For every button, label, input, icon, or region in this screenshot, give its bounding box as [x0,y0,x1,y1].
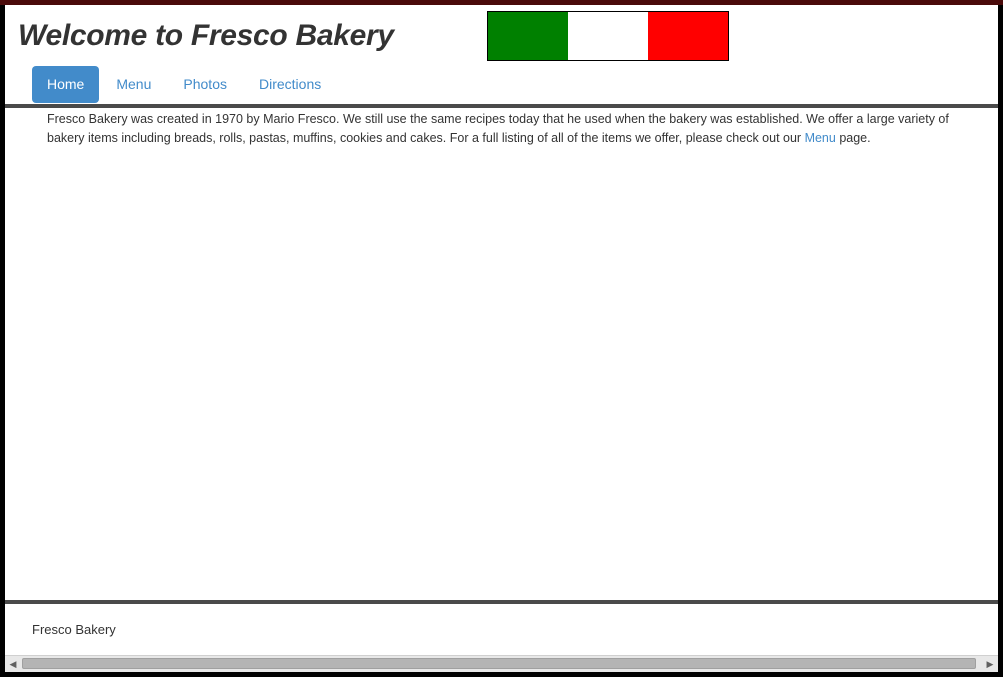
scrollbar-thumb[interactable] [22,658,976,669]
main-nav: Home Menu Photos Directions [32,66,336,103]
nav-home[interactable]: Home [32,66,100,103]
nav-menu[interactable]: Menu [101,66,166,103]
horizontal-scrollbar[interactable]: ◀ ▶ [5,655,998,672]
flag-stripe-green [488,12,568,60]
browser-frame: Welcome to Fresco Bakery Home Menu Photo… [0,0,1003,677]
header-divider [5,104,998,108]
intro-text-end: page. [835,131,871,145]
nav-photos[interactable]: Photos [168,66,242,103]
footer-text: Fresco Bakery [32,622,116,637]
page-viewport: Welcome to Fresco Bakery Home Menu Photo… [5,5,998,655]
nav-directions[interactable]: Directions [244,66,336,103]
scroll-right-arrow-icon[interactable]: ▶ [982,656,998,672]
menu-link[interactable]: Menu [805,131,836,145]
intro-paragraph: Fresco Bakery was created in 1970 by Mar… [47,110,987,148]
flag-stripe-red [648,12,728,60]
flag-stripe-white [568,12,648,60]
footer-divider [5,600,998,604]
scroll-left-arrow-icon[interactable]: ◀ [5,656,21,672]
italian-flag-image [487,11,729,61]
site-title: Welcome to Fresco Bakery [18,19,394,52]
